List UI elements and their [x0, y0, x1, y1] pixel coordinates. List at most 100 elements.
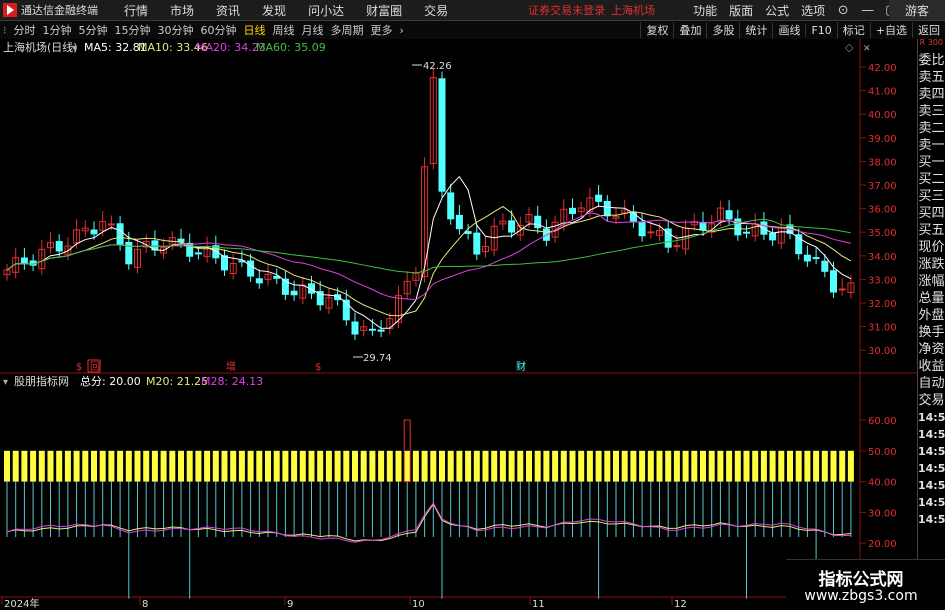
overlay-button[interactable]: 叠加	[673, 22, 706, 38]
side-item[interactable]: 买三	[918, 189, 945, 205]
side-item[interactable]: 卖一	[918, 138, 945, 154]
indicator-bar	[30, 450, 37, 482]
y-tick-label: 30.00	[868, 508, 897, 519]
marker-dividend-2[interactable]: $	[315, 362, 321, 373]
side-item[interactable]: 涨幅	[918, 274, 945, 290]
marker-dividend[interactable]: $	[76, 362, 82, 373]
tab-daily[interactable]: 日线	[244, 22, 266, 38]
side-item[interactable]: 换手	[918, 325, 945, 341]
tab-1min[interactable]: 1分钟	[43, 22, 72, 38]
indicator-bar	[665, 450, 672, 482]
diamond-icon[interactable]: ◇	[845, 41, 854, 54]
indicator-bar	[273, 450, 280, 482]
side-item[interactable]: 自动	[918, 376, 945, 392]
side-item[interactable]: 14:56	[918, 495, 945, 511]
chevron-down-icon[interactable]: ▾	[3, 377, 8, 388]
side-item[interactable]: 买四	[918, 206, 945, 222]
indicator-bar	[343, 450, 350, 482]
indicator-bar	[108, 450, 115, 482]
tab-30min[interactable]: 30分钟	[158, 22, 194, 38]
indicator-bar	[369, 450, 376, 482]
menu-trade[interactable]: 交易	[424, 2, 448, 19]
tab-weekly[interactable]: 周线	[273, 22, 295, 38]
multi-stock-button[interactable]: 多股	[706, 22, 739, 38]
help-icon[interactable]: ⊙	[837, 3, 849, 18]
side-item[interactable]: 14:56	[918, 427, 945, 443]
side-item[interactable]: 14:56	[918, 444, 945, 460]
tab-intraday[interactable]: 分时	[14, 22, 36, 38]
indicator-bar	[238, 450, 245, 482]
panel-header: R 300	[919, 38, 943, 47]
marker-buyback[interactable]: 回	[90, 361, 100, 373]
side-item[interactable]: 14:56	[918, 478, 945, 494]
adjust-button[interactable]: 复权	[640, 22, 673, 38]
minimize-icon[interactable]: —	[861, 3, 874, 18]
menu-options[interactable]: 选项	[801, 2, 825, 19]
tab-more[interactable]: 更多	[371, 22, 393, 38]
tab-monthly[interactable]: 月线	[302, 22, 324, 38]
tab-5min[interactable]: 5分钟	[79, 22, 108, 38]
f10-button[interactable]: F10	[805, 23, 836, 37]
side-item[interactable]: 交易	[918, 393, 945, 409]
side-item[interactable]: 总量	[918, 291, 945, 307]
login-status[interactable]: 证券交易未登录	[528, 2, 605, 18]
candle-body	[116, 223, 124, 246]
side-item[interactable]: 净资	[918, 342, 945, 358]
side-item[interactable]: 卖二	[918, 121, 945, 137]
indicator-bar	[360, 450, 367, 482]
side-item[interactable]: 14:56	[918, 512, 945, 528]
side-item[interactable]: 买五	[918, 223, 945, 239]
tab-15min[interactable]: 15分钟	[115, 22, 151, 38]
menu-discover[interactable]: 发现	[262, 2, 286, 19]
menu-function[interactable]: 功能	[693, 2, 717, 19]
candle-body	[377, 329, 385, 332]
menu-quotes[interactable]: 行情	[124, 2, 148, 19]
menu-formula[interactable]: 公式	[765, 2, 789, 19]
side-item[interactable]: 外盘	[918, 308, 945, 324]
tab-60min[interactable]: 60分钟	[201, 22, 237, 38]
indicator-bar	[526, 450, 532, 482]
marker-increase[interactable]: 增	[226, 360, 236, 373]
menu-wealth[interactable]: 财富圈	[366, 2, 402, 19]
side-item[interactable]: 卖四	[918, 87, 945, 103]
indicator-bar	[256, 450, 263, 482]
indicator-bar	[552, 450, 559, 482]
kline-chart[interactable]: 上海机场(日线) ▾ MA5: 32.81 MA10: 33.46 MA20: …	[0, 39, 918, 609]
side-item[interactable]: 现价	[918, 240, 945, 256]
tab-multi-period[interactable]: 多周期	[331, 22, 364, 38]
side-item[interactable]: 涨跌	[918, 257, 945, 273]
side-item[interactable]: 14:56	[918, 410, 945, 426]
menu-news[interactable]: 资讯	[216, 2, 240, 19]
back-button[interactable]: 返回	[912, 22, 945, 38]
menu-market[interactable]: 市场	[170, 2, 194, 19]
side-item[interactable]: 14:56	[918, 461, 945, 477]
candle-body	[595, 194, 603, 202]
side-item[interactable]: 买二	[918, 172, 945, 188]
indicator-bar	[178, 450, 184, 482]
stats-button[interactable]: 统计	[739, 22, 772, 38]
side-item[interactable]: 卖五	[918, 70, 945, 86]
indicator-bar	[752, 450, 759, 482]
guest-button[interactable]: 游客	[889, 0, 945, 20]
chevron-right-icon[interactable]: ›	[400, 24, 404, 37]
indicator-bar	[508, 450, 515, 482]
menu-ask[interactable]: 问小达	[308, 2, 344, 19]
y-tick-label: 36.00	[868, 205, 897, 216]
indicator-bar	[560, 450, 567, 482]
y-tick-label: 40.00	[868, 478, 897, 489]
indicator-bar	[299, 450, 306, 482]
menu-layout[interactable]: 版面	[729, 2, 753, 19]
y-tick-label: 39.00	[868, 134, 897, 145]
side-item[interactable]: 卖三	[918, 104, 945, 120]
side-item[interactable]: 收益	[918, 359, 945, 375]
marker-finance[interactable]: 财	[516, 360, 526, 373]
indicator-total: 总分: 20.00	[80, 374, 141, 388]
x-tick-label: 9	[287, 599, 293, 609]
add-watchlist-button[interactable]: +自选	[869, 22, 912, 38]
side-item[interactable]: 买一	[918, 155, 945, 171]
side-item[interactable]: 委比	[918, 53, 945, 69]
mark-button[interactable]: 标记	[836, 22, 870, 38]
draw-button[interactable]: 画线	[772, 22, 805, 38]
close-pane-icon[interactable]: ✕	[863, 44, 871, 54]
chevron-down-icon[interactable]: ▾	[72, 43, 77, 54]
